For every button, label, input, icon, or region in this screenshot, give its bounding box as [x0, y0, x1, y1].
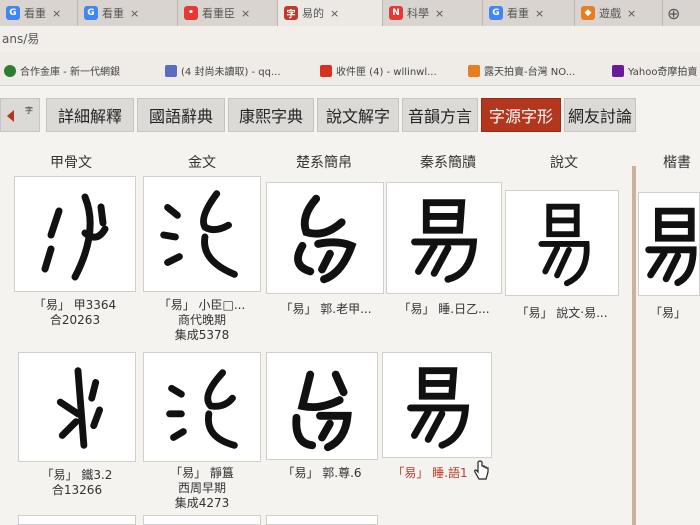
glyph-regular-1[interactable]: [638, 192, 700, 296]
bronze-glyph-image: [160, 190, 238, 278]
glyph-bronze-1[interactable]: [143, 176, 261, 292]
browser-tab[interactable]: G 看重 ×: [483, 0, 575, 26]
tab-shuowen[interactable]: 說文解字: [317, 98, 399, 132]
auction-icon: [468, 64, 480, 77]
bookmark-item[interactable]: (4 封尚未讀取) - qq...: [165, 63, 281, 78]
glyph-cell-partial[interactable]: [18, 515, 136, 525]
browser-tab[interactable]: G 看重 ×: [78, 0, 178, 26]
glyph-oracle-2[interactable]: [18, 352, 136, 462]
glyph-qin-2[interactable]: [382, 352, 492, 458]
browser-tab[interactable]: N 科學 ×: [383, 0, 483, 26]
glyph-caption: 「易」: [649, 306, 686, 320]
close-icon[interactable]: ×: [130, 7, 139, 20]
hand-cursor-icon: [474, 460, 489, 480]
yahoo-icon: [612, 64, 624, 77]
bookmark-item[interactable]: 收件匣 (4) - wllinwl...: [320, 63, 437, 78]
glyph-caption-highlighted[interactable]: 「易」 睡.語1: [382, 466, 478, 481]
news-icon: N: [389, 6, 403, 20]
column-header-qin-bamboo: 秦系簡牘: [420, 155, 476, 171]
glyph-caption: 「易」 鐵3.2 合13266: [41, 468, 113, 497]
regular-glyph-image: [645, 207, 697, 287]
glyph-caption: 「易」 靜簋 西周早期 集成4273: [170, 466, 234, 510]
browser-tab-strip: G 看重 × G 看重 × • 看重臣 × 字 易的 × N 科學 × G 看重…: [0, 0, 700, 26]
glyph-qin-1[interactable]: [386, 182, 502, 294]
red-badge-icon: •: [184, 6, 198, 20]
glyph-caption: 「易」 郭.老甲...: [280, 302, 372, 316]
close-icon[interactable]: ×: [52, 7, 61, 20]
browser-tab[interactable]: ◆ 遊戲 ×: [575, 0, 663, 26]
column-header-regular: 楷書: [663, 155, 691, 171]
new-tab-icon[interactable]: ⊕: [667, 4, 680, 23]
bookmark-item[interactable]: 合作金庫 - 新一代網銀: [4, 63, 120, 78]
bronze-glyph-image: [166, 369, 238, 449]
bookmark-item[interactable]: Yahoo奇摩拍賣: [612, 63, 697, 78]
close-icon[interactable]: ×: [627, 7, 636, 20]
close-icon[interactable]: ×: [435, 7, 444, 20]
column-header-chu-bamboo: 楚系簡帛: [296, 155, 352, 171]
dictionary-icon: 字: [284, 6, 298, 20]
bookmarks-bar: 合作金庫 - 新一代網銀 (4 封尚未讀取) - qq... 收件匣 (4) -…: [0, 52, 700, 86]
close-icon[interactable]: ×: [241, 7, 250, 20]
column-header-oracle: 甲骨文: [50, 155, 92, 171]
browser-tab-active[interactable]: 字 易的 ×: [278, 0, 383, 26]
close-icon[interactable]: ×: [535, 7, 544, 20]
glyph-caption: 「易」 甲3364 合20263: [33, 298, 117, 327]
chu-glyph-image: [294, 194, 357, 284]
shuowen-glyph-image: [538, 203, 590, 287]
tab-back[interactable]: 字: [0, 98, 40, 132]
glyph-caption: 「易」 說文‧易...: [516, 306, 608, 320]
back-arrow-icon: [7, 110, 14, 122]
close-icon[interactable]: ×: [330, 7, 339, 20]
tab-detailed-explanation[interactable]: 詳細解釋: [46, 98, 134, 132]
chu-glyph-image: [292, 370, 352, 452]
tab-phonology-dialect[interactable]: 音韻方言: [402, 98, 478, 132]
glyph-caption: 「易」 小臣□... 商代晚期 集成5378: [158, 298, 246, 342]
bank-icon: [4, 64, 16, 77]
chrome-icon: G: [489, 6, 503, 20]
glyph-cell-partial[interactable]: [143, 515, 261, 525]
mail-icon: [165, 64, 177, 77]
qin-glyph-image: [407, 367, 470, 449]
tab-kangxi-dictionary[interactable]: 康熙字典: [228, 98, 314, 132]
gmail-icon: [320, 64, 332, 77]
column-divider: [632, 166, 636, 525]
bookmark-item[interactable]: 露天拍賣-台灣 NO...: [468, 63, 575, 78]
address-text: ans/易: [2, 32, 40, 46]
glyph-caption: 「易」 郭.尊.6: [282, 466, 362, 480]
browser-tab[interactable]: • 看重臣 ×: [178, 0, 278, 26]
glyph-caption: 「易」 睡.日乙...: [398, 302, 490, 316]
mini-label-icon: 字: [25, 106, 33, 115]
column-header-bronze: 金文: [188, 155, 216, 171]
glyph-shuowen-1[interactable]: [505, 190, 619, 296]
qin-glyph-image: [411, 199, 478, 283]
address-bar[interactable]: ans/易: [0, 26, 700, 52]
glyph-chu-2[interactable]: [266, 352, 378, 460]
tab-character-origin[interactable]: 字源字形: [481, 98, 561, 132]
auction-icon: ◆: [581, 6, 595, 20]
browser-tab[interactable]: G 看重 ×: [0, 0, 78, 26]
oracle-glyph-image: [41, 193, 109, 281]
oracle-glyph-image: [56, 367, 104, 449]
glyph-oracle-1[interactable]: [14, 176, 136, 292]
tab-mandarin-dictionary[interactable]: 國語辭典: [137, 98, 225, 132]
chrome-icon: G: [84, 6, 98, 20]
column-header-shuowen: 說文: [550, 155, 578, 171]
glyph-cell-partial[interactable]: [266, 515, 378, 525]
glyph-chu-1[interactable]: [266, 182, 384, 294]
glyph-bronze-2[interactable]: [143, 352, 261, 462]
chrome-icon: G: [6, 6, 20, 20]
tab-discussion[interactable]: 網友討論: [564, 98, 636, 132]
